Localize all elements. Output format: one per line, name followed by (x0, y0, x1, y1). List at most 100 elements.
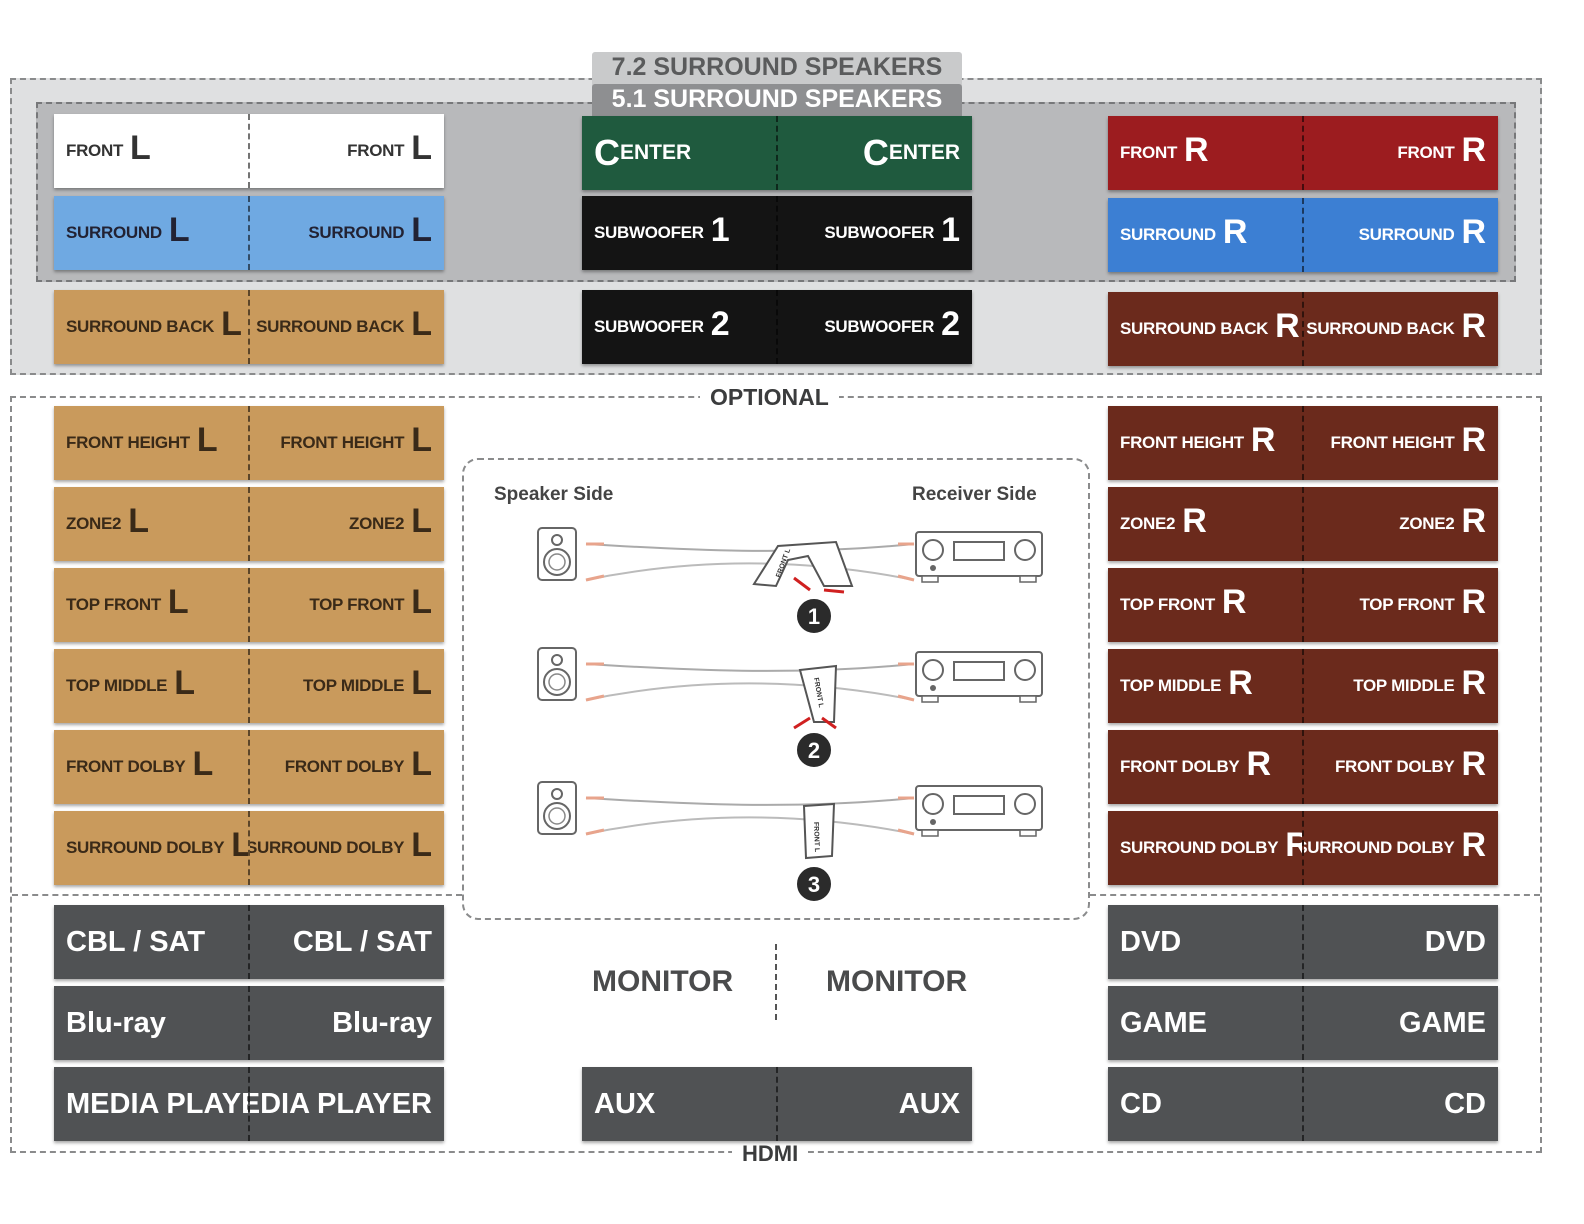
subwoofer-1-label-right-half: SUBWOOFER 1 (776, 196, 972, 270)
aux-label: AUX AUX (582, 1067, 972, 1141)
front-r-label: FRONT R FRONT R (1108, 116, 1498, 190)
surround-l-label-right-half: SURROUND L (248, 196, 444, 270)
front-l-label-left-half: FRONT L (54, 114, 248, 188)
dvd-label-right-half: DVD (1302, 905, 1498, 979)
label-text: FRONT (1120, 143, 1178, 162)
surround-back-r-label-right-half: SURROUND BACK R (1302, 292, 1498, 366)
speaker-icon (537, 647, 577, 701)
subwoofer-1-label: SUBWOOFER 1 SUBWOOFER 1 (582, 196, 972, 270)
label-text: SURROUND (66, 223, 162, 242)
front-height-l-label-left-half: FRONT HEIGHT L (54, 406, 248, 480)
label-text: SURROUND DOLBY (1120, 838, 1279, 857)
dvd-label-left-half: DVD (1108, 905, 1302, 979)
top-front-l-label: TOP FRONT L TOP FRONT L (54, 568, 444, 642)
label-letter: C (594, 132, 620, 173)
label-letter: 2 (710, 304, 730, 343)
label-letter: 1 (710, 210, 730, 249)
hdmi-label: HDMI (732, 1140, 809, 1168)
label-letter: 1 (941, 210, 960, 249)
label-text: Blu-ray (332, 1006, 432, 1039)
cd-label-left-half: CD (1108, 1067, 1302, 1141)
zone2-r-label-right-half: ZONE2 R (1302, 487, 1498, 561)
front-r-label-left-half: FRONT R (1108, 116, 1302, 190)
top-front-r-label-left-half: TOP FRONT R (1108, 568, 1302, 642)
surround-dolby-l-label-right-half: SURROUND DOLBY L (248, 811, 444, 885)
center-label-right-half: C ENTER (776, 116, 972, 190)
label-text: CBL / SAT (292, 925, 432, 958)
label-text: AUX (898, 1087, 960, 1120)
label-letter: L (411, 663, 432, 702)
label-text: SUBWOOFER (594, 223, 704, 242)
tag-text-step-3: FRONT L (812, 822, 820, 853)
receiver-icon (915, 531, 1043, 583)
cd-label-right-half: CD (1302, 1067, 1498, 1141)
label-text: ZONE2 (66, 514, 122, 533)
front-l-label-right-half: FRONT L (248, 114, 444, 188)
game-label-left-half: GAME (1108, 986, 1302, 1060)
surround-dolby-r-label: SURROUND DOLBY R SURROUND DOLBY R (1108, 811, 1498, 885)
label-text: SURROUND BACK (66, 317, 215, 336)
label-text: TOP MIDDLE (66, 676, 168, 695)
surround-dolby-l-label-left-half: SURROUND DOLBY L (54, 811, 248, 885)
label-letter: R (1461, 744, 1486, 783)
label-text: MEDIA PLAYER (66, 1087, 248, 1120)
label-text: TOP FRONT (1359, 595, 1455, 614)
label-letter: L (411, 582, 432, 621)
top-front-r-label: TOP FRONT R TOP FRONT R (1108, 568, 1498, 642)
label-text: FRONT DOLBY (1334, 757, 1455, 776)
label-text: SURROUND (1358, 225, 1455, 244)
surround-r-label-left-half: SURROUND R (1108, 198, 1302, 272)
speaker-icon (537, 527, 577, 581)
top-middle-l-label-right-half: TOP MIDDLE L (248, 649, 444, 723)
label-letter: R (1461, 130, 1486, 169)
label-text: MEDIA PLAYER (250, 1087, 432, 1120)
label-text: CD (1120, 1087, 1162, 1120)
label-text: SUBWOOFER (824, 317, 935, 336)
label-text: SUBWOOFER (594, 317, 704, 336)
label-text: SURROUND (308, 223, 405, 242)
label-letter: R (1221, 582, 1247, 621)
front-dolby-r-label-left-half: FRONT DOLBY R (1108, 730, 1302, 804)
label-letter: L (174, 663, 195, 702)
label-letter: L (196, 420, 218, 459)
front-dolby-l-label-right-half: FRONT DOLBY L (248, 730, 444, 804)
label-text: SURROUND BACK (1120, 319, 1269, 338)
step-3-number: 3 (808, 872, 820, 897)
surround-back-l-label: SURROUND BACK L SURROUND BACK L (54, 290, 444, 364)
front-dolby-l-label: FRONT DOLBY L FRONT DOLBY L (54, 730, 444, 804)
label-text: FRONT DOLBY (66, 757, 186, 776)
center-label-left-half: C ENTER (582, 116, 776, 190)
label-letter: R (1461, 212, 1486, 251)
front-r-label-right-half: FRONT R (1302, 116, 1498, 190)
label-letter: L (221, 304, 242, 343)
monitor-cut-line (775, 944, 777, 1020)
label-letter: R (1461, 420, 1486, 459)
label-letter: 2 (941, 304, 960, 343)
label-text: SURROUND DOLBY (1302, 838, 1455, 857)
label-letter: L (128, 501, 149, 540)
label-letter: L (411, 744, 432, 783)
cd-label: CD CD (1108, 1067, 1498, 1141)
top-middle-l-label-left-half: TOP MIDDLE L (54, 649, 248, 723)
game-label-right-half: GAME (1302, 986, 1498, 1060)
blu-ray-label-left-half: Blu-ray (54, 986, 248, 1060)
label-text: SURROUND DOLBY (66, 838, 225, 857)
label-letter: L (411, 128, 432, 167)
monitor-label-left: MONITOR (592, 965, 734, 998)
front-height-l-label: FRONT HEIGHT L FRONT HEIGHT L (54, 406, 444, 480)
dvd-label: DVD DVD (1108, 905, 1498, 979)
label-letter: L (411, 825, 432, 864)
right-divider (1090, 894, 1540, 896)
front-height-r-label-left-half: FRONT HEIGHT R (1108, 406, 1302, 480)
label-letter: R (1461, 306, 1486, 345)
label-letter: R (1182, 501, 1207, 540)
label-letter: R (1246, 744, 1272, 783)
surround-back-r-label: SURROUND BACK R SURROUND BACK R (1108, 292, 1498, 366)
optional-label: OPTIONAL (700, 383, 839, 411)
surround-r-label: SURROUND R SURROUND R (1108, 198, 1498, 272)
header-7-2: 7.2 SURROUND SPEAKERS (592, 52, 962, 86)
label-letter: L (411, 304, 432, 343)
label-letter: L (168, 210, 190, 249)
label-text: FRONT (347, 141, 405, 160)
label-text: ENTER (620, 141, 692, 164)
